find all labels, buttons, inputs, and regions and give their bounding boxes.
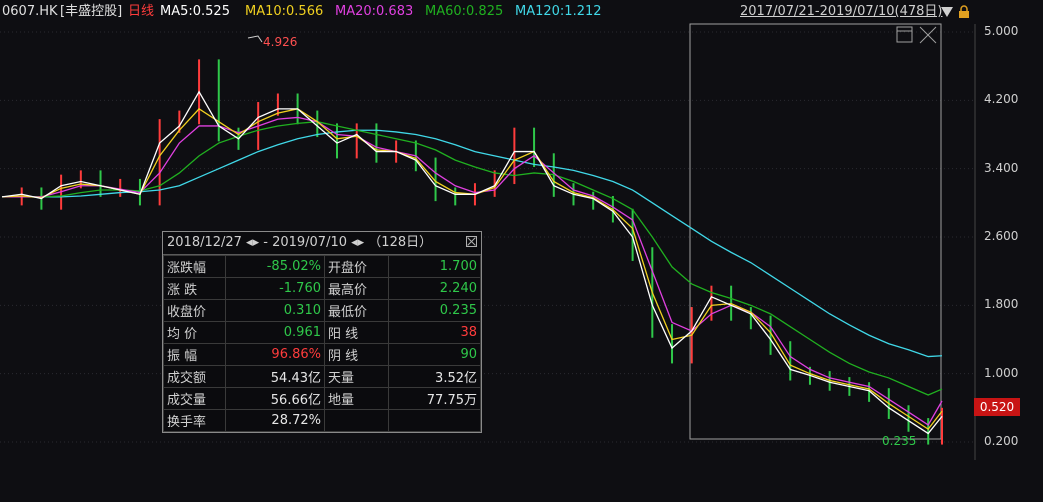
stats-cell: 38	[388, 321, 481, 344]
stats-cell: 涨跌幅	[163, 255, 226, 278]
stats-cell: 90	[388, 343, 481, 366]
y-tick-label: 0.200	[984, 434, 1019, 448]
stats-row: 换手率 28.72%	[163, 409, 481, 432]
stats-cell: 最高价	[324, 277, 389, 300]
stats-cell: 阴 线	[324, 343, 389, 366]
stats-table: 涨跌幅 -85.02% 开盘价 1.700 涨 跌 -1.760 最高价 2.240 收盘价 0.…	[163, 255, 481, 432]
stats-cell	[388, 409, 481, 432]
stats-cell: 3.52亿	[388, 365, 481, 388]
stats-cell: 涨 跌	[163, 277, 226, 300]
stats-row: 收盘价 0.310 最低价 0.235	[163, 299, 481, 322]
stats-cell: 成交量	[163, 387, 226, 410]
stats-cell: 换手率	[163, 409, 226, 432]
stats-cell: 0.235	[388, 299, 481, 322]
low-annotation: 0.235	[882, 434, 916, 448]
y-tick-label: 1.000	[984, 365, 1019, 380]
interval-stats-panel: 2018/12/27 ◂▸ - 2019/07/10 ◂▸ （128日） 涨跌幅…	[162, 231, 482, 433]
stats-cell: 成交额	[163, 365, 226, 388]
close-icon[interactable]	[466, 236, 477, 247]
stats-cell: 56.66亿	[225, 387, 325, 410]
high-arrow	[247, 35, 263, 43]
high-annotation: 4.926	[263, 35, 297, 49]
stats-cell: 2.240	[388, 277, 481, 300]
stats-cell: 28.72%	[225, 409, 325, 432]
stats-cell	[324, 409, 389, 432]
stats-cell: 1.700	[388, 255, 481, 278]
stats-cell: 最低价	[324, 299, 389, 322]
stats-cell: 54.43亿	[225, 365, 325, 388]
close-icon[interactable]	[919, 26, 937, 44]
stats-row: 振 幅 96.86% 阴 线 90	[163, 343, 481, 366]
stats-cell: 地量	[324, 387, 389, 410]
current-price-tag: 0.520	[974, 398, 1020, 416]
stats-title: 2018/12/27 ◂▸ - 2019/07/10 ◂▸ （128日）	[167, 235, 433, 250]
stats-cell: 0.310	[225, 299, 325, 322]
stats-cell: -85.02%	[225, 255, 325, 278]
stats-cell: 开盘价	[324, 255, 389, 278]
y-tick-label: 4.200	[984, 92, 1019, 107]
stats-row: 均 价 0.961 阳 线 38	[163, 321, 481, 344]
stats-cell: 阳 线	[324, 321, 389, 344]
y-tick-label: 3.400	[984, 160, 1019, 175]
stats-cell: 0.961	[225, 321, 325, 344]
y-tick-label: 5.000	[984, 24, 1019, 38]
stats-row: 成交额 54.43亿 天量 3.52亿	[163, 365, 481, 388]
stats-cell: 天量	[324, 365, 389, 388]
stats-cell: 96.86%	[225, 343, 325, 366]
stats-cell: 77.75万	[388, 387, 481, 410]
y-tick-label: 2.600	[984, 229, 1019, 243]
stats-cell: 振 幅	[163, 343, 226, 366]
stats-row: 涨跌幅 -85.02% 开盘价 1.700	[163, 255, 481, 278]
y-tick-label: 1.800	[984, 297, 1019, 312]
maximize-icon[interactable]	[896, 26, 913, 43]
stats-cell: 收盘价	[163, 299, 226, 322]
stats-header: 2018/12/27 ◂▸ - 2019/07/10 ◂▸ （128日）	[163, 232, 481, 255]
stats-cell: 均 价	[163, 321, 226, 344]
stats-row: 成交量 56.66亿 地量 77.75万	[163, 387, 481, 410]
stats-cell: -1.760	[225, 277, 325, 300]
stats-row: 涨 跌 -1.760 最高价 2.240	[163, 277, 481, 300]
kline-chart[interactable]: 4.926 0.235	[0, 0, 1043, 502]
